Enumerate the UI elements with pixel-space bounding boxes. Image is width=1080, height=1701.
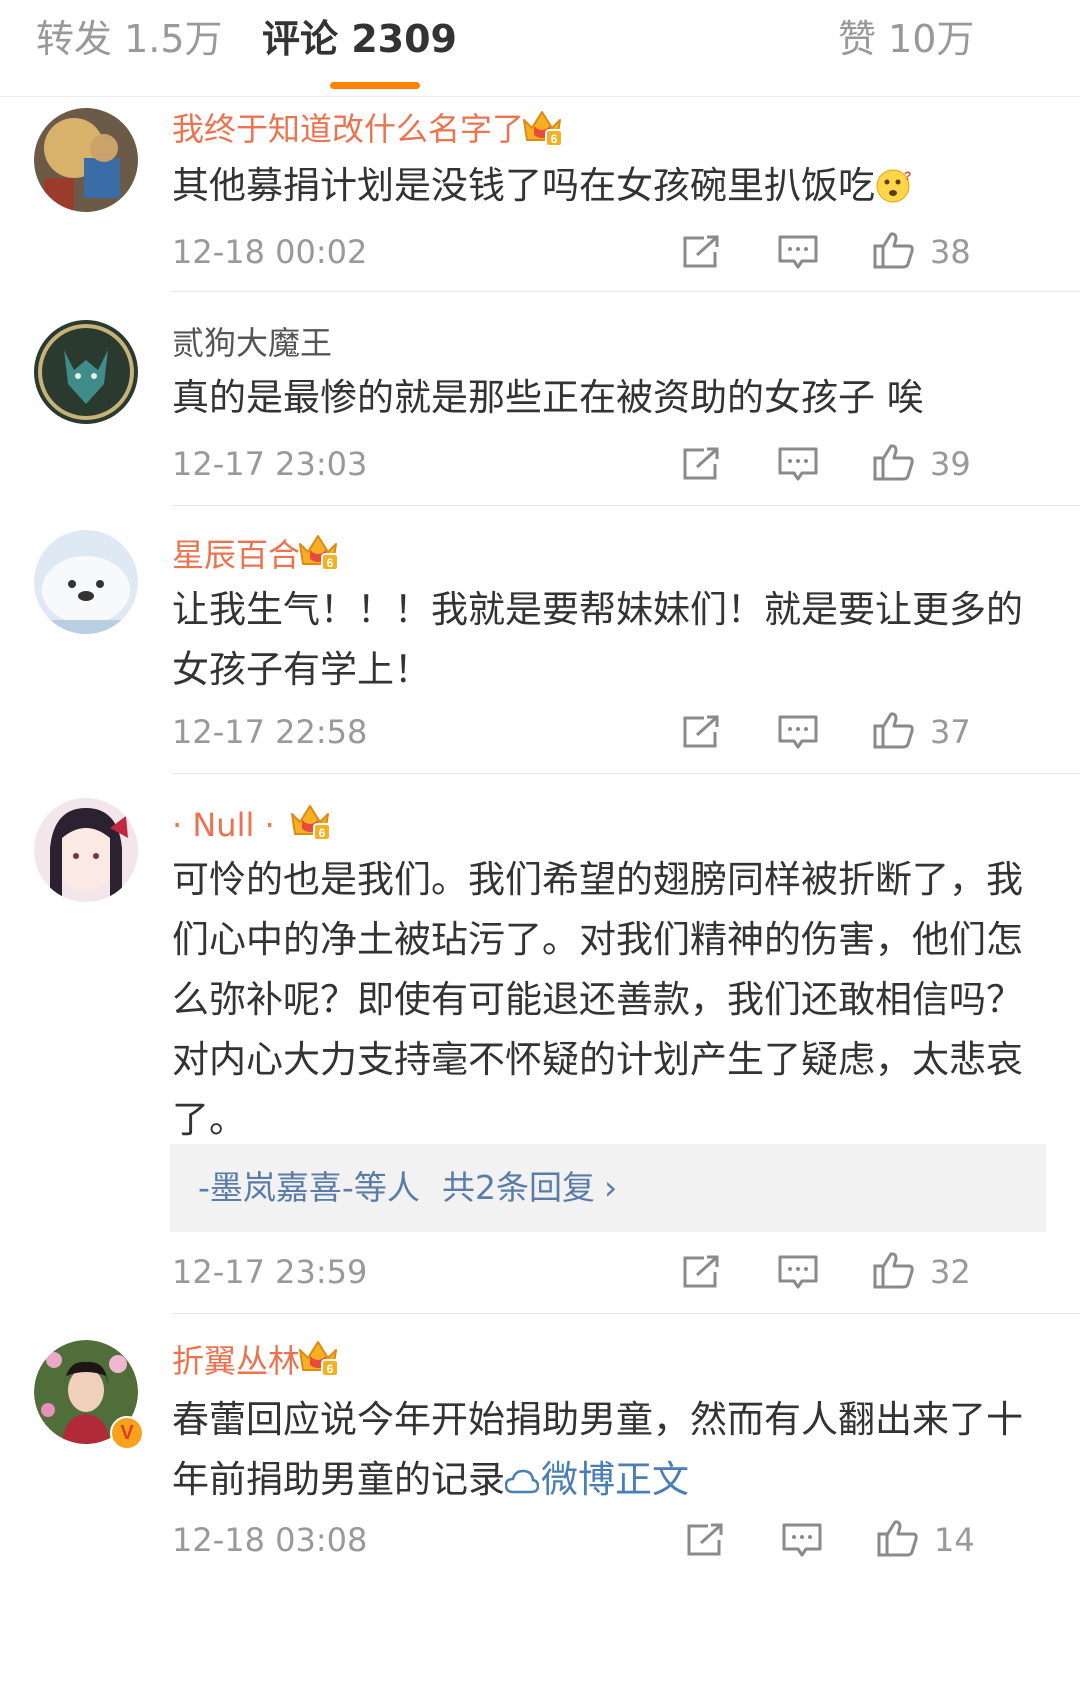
comment-time: 12-17 23:59	[172, 1253, 368, 1291]
like-icon[interactable]	[872, 710, 916, 750]
like-count: 37	[930, 713, 971, 751]
username[interactable]: 我终于知道改什么名字了	[172, 108, 524, 150]
reply-icon[interactable]	[776, 232, 820, 272]
comment-time: 12-18 03:08	[172, 1521, 368, 1559]
weibo-post-link[interactable]: 微博正文	[505, 1458, 689, 1501]
avatar[interactable]	[34, 530, 138, 634]
crown-badge-icon	[296, 532, 340, 572]
replies-link[interactable]: 共2条回复	[442, 1144, 595, 1232]
replies-author: -墨岚嘉喜-等人	[198, 1168, 420, 1207]
comment-tab-bar: 转发 1.5万 评论 2309 赞 10万	[0, 0, 1080, 97]
comment-item: 我终于知道改什么名字了 其他募捐计划是没钱了吗在女孩碗里扒饭吃 ? 12-18 …	[0, 96, 1080, 292]
like-count: 38	[930, 233, 971, 271]
comment-text: 其他募捐计划是没钱了吗在女孩碗里扒饭吃 ?	[172, 156, 1052, 216]
comment-time: 12-17 23:03	[172, 445, 368, 483]
reply-icon[interactable]	[780, 1520, 824, 1560]
comment-text: 让我生气！！！我就是要帮妹妹们！就是要让更多的女孩子有学上！	[172, 588, 1023, 691]
like-icon[interactable]	[872, 1250, 916, 1290]
forward-icon[interactable]	[680, 712, 724, 752]
tab-reposts[interactable]: 转发 1.5万	[36, 14, 223, 64]
link-icon	[505, 1469, 539, 1494]
like-count: 32	[930, 1253, 971, 1291]
weibo-post-link-text: 微博正文	[541, 1458, 689, 1501]
reply-icon[interactable]	[776, 1252, 820, 1292]
active-tab-indicator	[330, 82, 420, 89]
forward-icon[interactable]	[684, 1520, 728, 1560]
comment-item: 星辰百合 让我生气！！！我就是要帮妹妹们！就是要让更多的女孩子有学上！ 12-1…	[0, 506, 1080, 774]
username[interactable]: 折翼丛林	[172, 1340, 300, 1382]
crown-badge-icon	[296, 1338, 340, 1378]
like-icon[interactable]	[872, 442, 916, 482]
verified-badge-icon: V	[110, 1416, 144, 1450]
crown-badge-icon	[288, 802, 332, 842]
avatar[interactable]	[34, 320, 138, 424]
crown-badge-icon	[520, 108, 564, 148]
comment-item: 贰狗大魔王 真的是最惨的就是那些正在被资助的女孩子 唉 12-17 23:03 …	[0, 292, 1080, 506]
chevron-right-icon: ›	[604, 1168, 618, 1207]
like-icon[interactable]	[872, 230, 916, 270]
svg-text:?: ?	[904, 169, 911, 183]
forward-icon[interactable]	[680, 444, 724, 484]
username[interactable]: 星辰百合	[172, 534, 300, 576]
thinking-emoji-icon: ?	[876, 169, 911, 203]
tab-comments[interactable]: 评论 2309	[262, 14, 457, 64]
like-count: 14	[934, 1521, 975, 1559]
like-count: 39	[930, 445, 971, 483]
reply-icon[interactable]	[776, 712, 820, 752]
comment-text-body: 其他募捐计划是没钱了吗在女孩碗里扒饭吃	[172, 164, 875, 207]
comment-time: 12-17 22:58	[172, 713, 368, 751]
forward-icon[interactable]	[680, 1252, 724, 1292]
reply-icon[interactable]	[776, 444, 820, 484]
username[interactable]: 贰狗大魔王	[172, 322, 332, 364]
comment-text: 可怜的也是我们。我们希望的翅膀同样被折断了，我们心中的净土被玷污了。对我们精神的…	[172, 858, 1023, 1141]
comment-time: 12-18 00:02	[172, 233, 368, 271]
avatar[interactable]: V	[34, 1340, 144, 1450]
tab-likes[interactable]: 赞 10万	[838, 14, 974, 64]
avatar[interactable]	[34, 108, 138, 212]
avatar[interactable]	[34, 798, 138, 902]
replies-summary[interactable]: -墨岚嘉喜-等人 共2条回复 ›	[170, 1144, 1046, 1232]
comment-item: V 折翼丛林 春蕾回应说今年开始捐助男童，然而有人翻出来了十年前捐助男童的记录微…	[0, 1314, 1080, 1701]
username[interactable]: · Null ·	[172, 804, 275, 846]
comment-text: 春蕾回应说今年开始捐助男童，然而有人翻出来了十年前捐助男童的记录 微博正文	[172, 1390, 1052, 1510]
comment-text: 真的是最惨的就是那些正在被资助的女孩子 唉	[172, 376, 924, 419]
comment-item: · Null · 可怜的也是我们。我们希望的翅膀同样被折断了，我们心中的净土被玷…	[0, 774, 1080, 1314]
forward-icon[interactable]	[680, 232, 724, 272]
like-icon[interactable]	[876, 1518, 920, 1558]
